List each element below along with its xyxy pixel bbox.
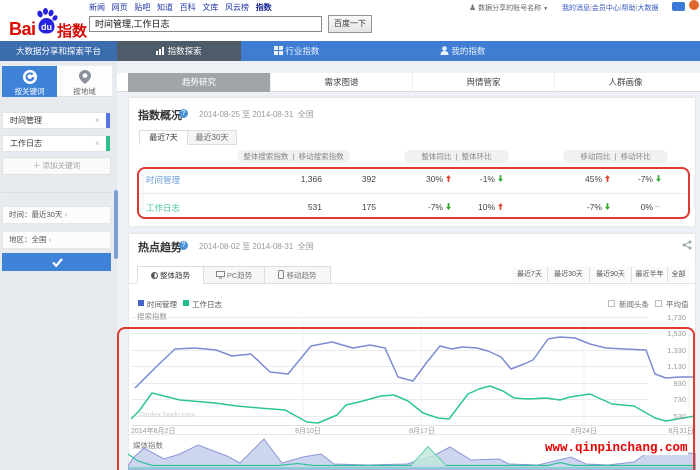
svg-text:du: du xyxy=(41,22,52,32)
svg-text:1,730: 1,730 xyxy=(667,313,686,322)
svg-text:搜索指数: 搜索指数 xyxy=(137,311,167,321)
